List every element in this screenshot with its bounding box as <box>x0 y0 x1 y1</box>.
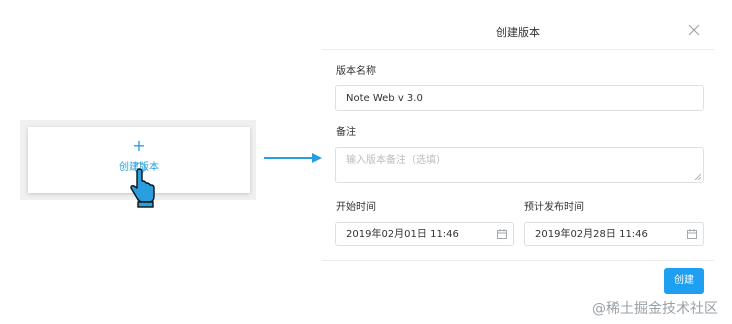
close-icon[interactable] <box>688 24 700 36</box>
dialog-title: 创建版本 <box>496 26 540 39</box>
plus-icon: + <box>132 136 146 155</box>
start-time-label: 开始时间 <box>336 202 376 213</box>
start-time-value: 2019年02月01日 11:46 <box>346 229 459 240</box>
release-time-picker[interactable]: 2019年02月28日 11:46 <box>524 222 704 246</box>
watermark: @稀土掘金技术社区 <box>592 301 718 317</box>
footer-divider <box>322 260 714 261</box>
note-label: 备注 <box>336 127 356 138</box>
resize-handle-icon[interactable] <box>695 174 701 180</box>
calendar-icon <box>687 229 697 239</box>
calendar-icon <box>497 229 507 239</box>
note-textarea[interactable]: 输入版本备注（选填） <box>335 147 704 183</box>
dialog-header: 创建版本 <box>322 10 714 50</box>
start-time-picker[interactable]: 2019年02月01日 11:46 <box>335 222 514 246</box>
release-time-label: 预计发布时间 <box>524 202 584 213</box>
version-name-value: Note Web v 3.0 <box>346 93 423 104</box>
hand-pointer-icon <box>130 162 155 208</box>
version-name-label: 版本名称 <box>336 66 376 77</box>
create-button[interactable]: 创建 <box>664 268 704 294</box>
version-name-input[interactable]: Note Web v 3.0 <box>335 85 704 111</box>
create-version-dialog: 创建版本 版本名称 Note Web v 3.0 备注 输入版本备注（选填） 开… <box>322 10 714 310</box>
note-placeholder: 输入版本备注（选填） <box>346 155 446 166</box>
right-arrow-icon <box>264 153 322 163</box>
release-time-value: 2019年02月28日 11:46 <box>535 229 648 240</box>
